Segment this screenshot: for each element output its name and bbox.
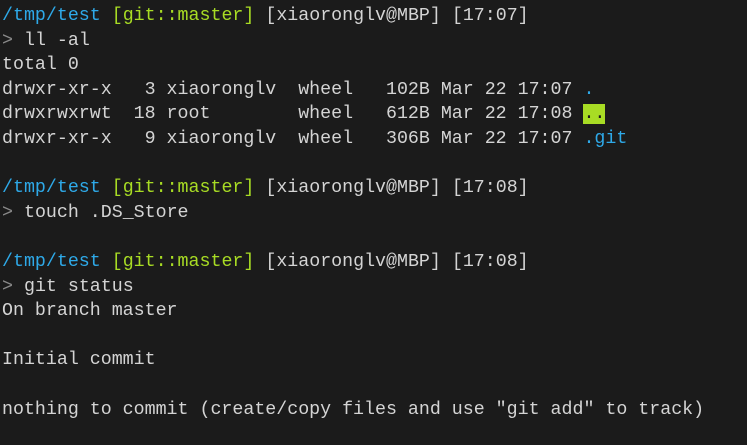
output-line: Initial commit [2,350,156,371]
prompt-path: /tmp/test [2,6,101,26]
prompt-line: /tmp/test [git::master] [xiaoronglv@MBP]… [2,176,747,201]
prompt-host: [xiaoronglv@MBP] [265,178,441,199]
prompt-path: /tmp/test [2,251,101,272]
prompt-line: /tmp/test [git::master] [xiaoronglv@MBP]… [2,4,747,29]
ls-row: drwxrwxrwt 18 root wheel 612B Mar 22 17:… [2,102,747,127]
ls-row-info: drwxrwxrwt 18 root wheel 612B Mar 22 17:… [2,104,584,125]
prompt-time: [17:07] [451,6,529,26]
prompt-line: /tmp/test [git::master] [xiaoronglv@MBP]… [2,250,747,275]
command-line: > git status [2,275,747,300]
command-text: touch .DS_Store [23,202,189,223]
prompt-host: [xiaoronglv@MBP] [265,6,441,26]
command-line: > touch .DS_Store [2,201,747,226]
command-line: > ll -al [2,29,747,54]
ls-row-name: .git [583,128,628,149]
ls-row-name: . [583,79,595,100]
prompt-branch: [git::master] [111,251,255,272]
prompt-symbol: > [2,276,13,297]
prompt-time: [17:08] [451,178,529,199]
prompt-host: [xiaoronglv@MBP] [265,251,441,272]
output-line: nothing to commit (create/copy files and… [2,399,705,420]
output-line: total 0 [2,55,79,76]
ls-row-info: drwxr-xr-x 3 xiaoronglv wheel 102B Mar 2… [2,79,584,100]
ls-row-name: .. [583,104,606,125]
command-text: ll -al [23,30,90,51]
terminal[interactable]: /tmp/test [git::master] [xiaoronglv@MBP]… [0,0,747,422]
ls-row: drwxr-xr-x 9 xiaoronglv wheel 306B Mar 2… [2,127,747,152]
command-text: git status [23,276,134,297]
output-line: On branch master [2,301,178,322]
prompt-time: [17:08] [451,251,529,272]
ls-row-info: drwxr-xr-x 9 xiaoronglv wheel 306B Mar 2… [2,128,584,149]
prompt-symbol: > [2,202,13,223]
prompt-branch: [git::master] [111,6,255,26]
prompt-symbol: > [2,30,13,51]
prompt-branch: [git::master] [111,178,255,199]
prompt-path: /tmp/test [2,178,101,199]
ls-row: drwxr-xr-x 3 xiaoronglv wheel 102B Mar 2… [2,78,747,103]
